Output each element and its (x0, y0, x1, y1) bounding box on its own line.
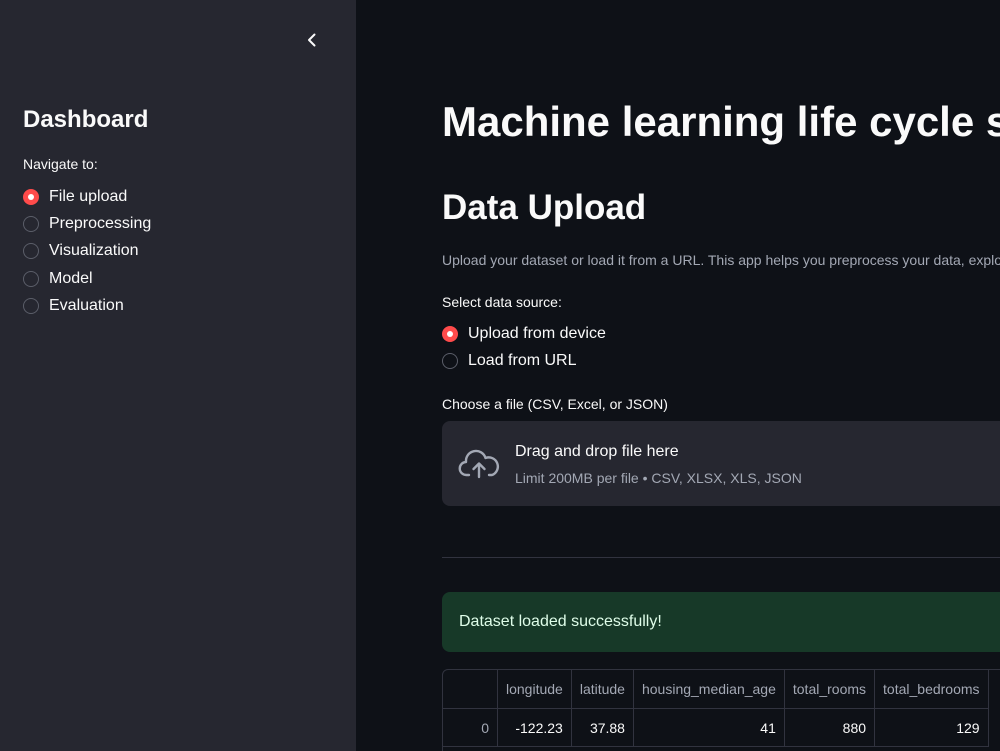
nav-option-file-upload[interactable]: File upload (23, 183, 151, 210)
divider (442, 557, 1000, 558)
data-source-radio-group: Upload from device Load from URL (442, 320, 606, 375)
source-option-load-url[interactable]: Load from URL (442, 347, 606, 374)
nav-option-visualization[interactable]: Visualization (23, 238, 151, 265)
source-option-label: Load from URL (468, 352, 577, 370)
dropzone-subtitle: Limit 200MB per file • CSV, XLSX, XLS, J… (515, 470, 802, 486)
section-title: Data Upload (442, 188, 647, 227)
radio-unselected-icon (23, 270, 39, 287)
file-uploader-label: Choose a file (CSV, Excel, or JSON) (442, 396, 668, 412)
sidebar-title: Dashboard (23, 106, 149, 133)
nav-option-label: Visualization (49, 242, 139, 260)
radio-unselected-icon (442, 353, 458, 370)
sidebar: Dashboard Navigate to: File upload Prepr… (0, 0, 356, 751)
file-dropzone[interactable]: Drag and drop file here Limit 200MB per … (442, 421, 1000, 506)
data-table: longitude latitude housing_median_age to… (442, 669, 1000, 751)
cloud-upload-icon (458, 449, 500, 479)
table-header-cell[interactable]: total_rooms (784, 670, 876, 709)
table-header-cell[interactable]: total_bedrooms (874, 670, 989, 709)
page-title: Machine learning life cycle s (442, 98, 1000, 145)
table-cell: 41 (633, 708, 785, 747)
table-header-cell[interactable]: latitude (571, 670, 634, 709)
table-cell: -122.23 (497, 708, 572, 747)
table-header-row: longitude latitude housing_median_age to… (443, 670, 989, 709)
table-cell: 880 (784, 708, 876, 747)
table-cell: 37.88 (571, 708, 634, 747)
radio-unselected-icon (23, 298, 39, 315)
radio-unselected-icon (23, 243, 39, 260)
nav-option-label: Evaluation (49, 297, 124, 315)
navigation-radio-group: File upload Preprocessing Visualization … (23, 183, 151, 320)
table-header-index (443, 670, 498, 709)
navigate-label: Navigate to: (23, 156, 98, 172)
nav-option-model[interactable]: Model (23, 265, 151, 292)
table-cell-index: 0 (443, 708, 498, 747)
radio-unselected-icon (23, 216, 39, 233)
nav-option-label: Model (49, 269, 93, 287)
main-content: Machine learning life cycle s Data Uploa… (356, 0, 1000, 751)
radio-selected-icon (442, 325, 458, 342)
source-option-label: Upload from device (468, 324, 606, 342)
nav-option-evaluation[interactable]: Evaluation (23, 293, 151, 320)
radio-selected-icon (23, 188, 39, 205)
table-cell: 129 (874, 708, 989, 747)
source-option-upload-device[interactable]: Upload from device (442, 320, 606, 347)
table-row: 0 -122.23 37.88 41 880 129 (443, 708, 989, 747)
success-alert: Dataset loaded successfully! (442, 592, 1000, 652)
chevron-left-icon (308, 33, 316, 47)
collapse-sidebar-button[interactable] (300, 28, 324, 52)
description-text: Upload your dataset or load it from a UR… (442, 252, 1000, 268)
nav-option-label: File upload (49, 187, 128, 205)
table-header-cell[interactable]: longitude (497, 670, 572, 709)
nav-option-label: Preprocessing (49, 215, 152, 233)
nav-option-preprocessing[interactable]: Preprocessing (23, 210, 151, 237)
table-header-cell[interactable]: housing_median_age (633, 670, 785, 709)
dropzone-title: Drag and drop file here (515, 443, 679, 460)
success-message: Dataset loaded successfully! (459, 613, 662, 630)
data-source-label: Select data source: (442, 294, 562, 310)
